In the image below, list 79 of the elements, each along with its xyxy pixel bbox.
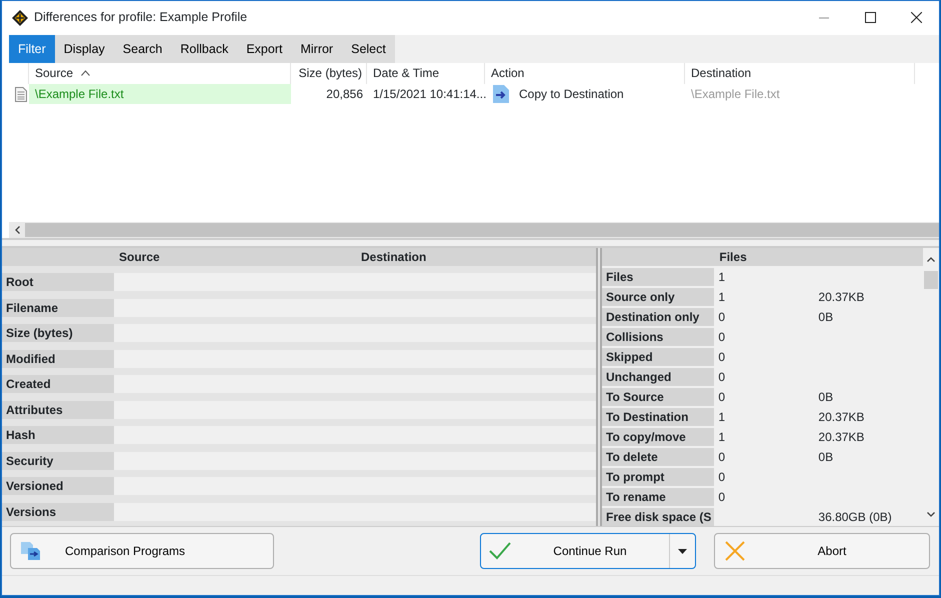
table-cell: 0 (718, 330, 726, 344)
row-label: Hash (2, 426, 114, 444)
row-label: Created (2, 375, 114, 394)
row-label: Free disk space (S (602, 508, 714, 526)
column-header: Files (714, 248, 814, 266)
copy-right-icon (493, 85, 509, 104)
table-cell: 1 (718, 410, 726, 424)
menu-tab[interactable]: Mirror (291, 34, 342, 63)
menu-tab[interactable]: Select (342, 34, 395, 63)
column-header: Destination (356, 248, 596, 266)
menu-tab[interactable]: Display (54, 34, 114, 63)
table-cell: 1 (718, 270, 726, 284)
row-label: To prompt (602, 468, 714, 486)
row-label: To Source (602, 388, 714, 406)
row-label: Versioned (2, 477, 114, 496)
table-cell: 20.37KB (818, 430, 864, 444)
table-cell-text: \Example File.txt (690, 86, 781, 104)
row-label: Files (602, 268, 714, 286)
table-cell: 0B (818, 310, 834, 324)
dropdown-caret-icon[interactable] (678, 548, 687, 554)
row-label: To delete (602, 448, 714, 466)
cross-icon (725, 541, 745, 562)
row-label: Unchanged (602, 368, 714, 386)
maximize-icon (864, 12, 876, 24)
column-header[interactable]: Date & Time (367, 62, 485, 84)
table-cell: 20.37KB (818, 290, 864, 304)
row-label: Collisions (602, 328, 714, 346)
column-header: Source (114, 248, 356, 266)
row-label: Source only (602, 288, 714, 306)
table-cell: \Example File.txt (29, 84, 291, 104)
row-label: Size (bytes) (2, 324, 114, 342)
table-cell: 0 (718, 370, 726, 384)
table-cell: 0 (718, 490, 726, 504)
table-cell: 0 (718, 390, 726, 404)
menu-tab[interactable]: Filter (9, 34, 55, 63)
row-label: To copy/move (602, 428, 714, 446)
table-cell: 0B (818, 390, 834, 404)
scrollbar-thumb[interactable] (25, 223, 939, 238)
table-cell: 1 (718, 290, 726, 304)
row-label: Security (2, 452, 114, 470)
row-label: Attributes (2, 400, 114, 419)
scroll-down-icon[interactable] (927, 512, 935, 517)
row-label: Root (2, 273, 114, 292)
row-label: Destination only (602, 308, 714, 326)
table-cell: 0 (718, 350, 726, 364)
scrollbar-thumb[interactable] (924, 270, 938, 289)
row-label: Skipped (602, 348, 714, 366)
scroll-left-icon[interactable] (14, 226, 20, 234)
table-cell: 0B (818, 450, 834, 464)
table-cell-text: 1/15/2021 10:41:14... (372, 86, 485, 104)
table-cell: 36.80GB (0B) (818, 510, 892, 524)
table-cell: 1 (718, 430, 726, 444)
compare-files-icon (21, 542, 41, 560)
checkmark-icon (489, 542, 511, 560)
table-cell: 20.37KB (818, 410, 864, 424)
table-cell-text: Copy to Destination (519, 86, 624, 104)
menu-tab[interactable]: Search (114, 34, 172, 63)
column-header[interactable]: Size (bytes) (291, 62, 367, 84)
row-label: Modified (2, 350, 114, 368)
comparison-programs-button[interactable]: Comparison Programs (10, 533, 274, 570)
table-cell: 0 (718, 470, 726, 484)
column-header[interactable]: Action (485, 62, 685, 84)
window-title: Differences for profile: Example Profile (34, 9, 248, 26)
row-label: To Destination (602, 408, 714, 426)
table-cell: 0 (718, 450, 726, 464)
table-cell-text: 20,856 (325, 86, 364, 104)
scroll-up-icon[interactable] (927, 256, 935, 262)
row-label: Filename (2, 298, 114, 317)
menu-tab[interactable]: Export (237, 34, 292, 63)
row-label: To rename (602, 488, 714, 506)
menu-tab[interactable]: Rollback (171, 34, 238, 63)
row-label: Versions (2, 502, 114, 520)
table-cell: 0 (718, 310, 726, 324)
abort-button[interactable]: Abort (714, 533, 930, 570)
continue-run-button[interactable]: Continue Run (480, 533, 696, 570)
close-icon (910, 12, 922, 24)
document-icon (15, 87, 27, 102)
column-header[interactable]: Destination (685, 62, 915, 84)
app-logo-icon (12, 10, 28, 26)
